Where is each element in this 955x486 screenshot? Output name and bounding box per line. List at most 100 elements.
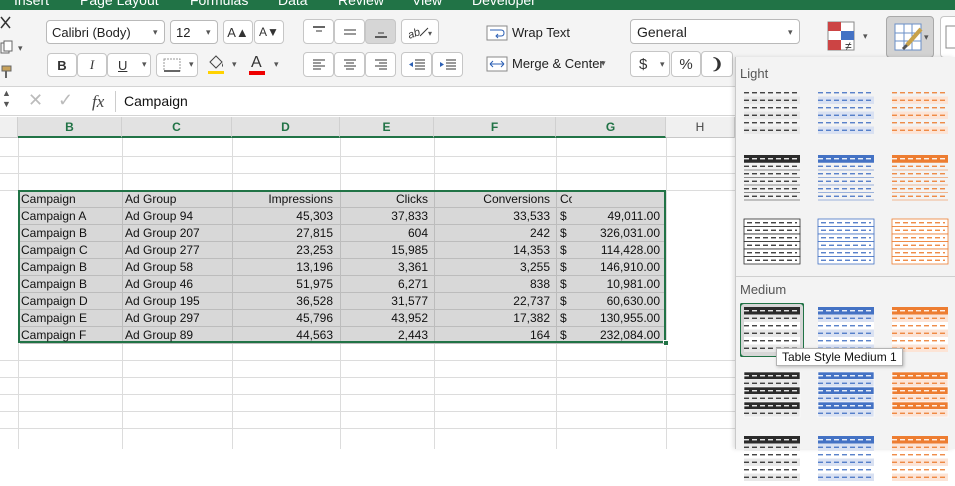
table-cell[interactable]: $ bbox=[560, 259, 572, 276]
table-cell[interactable]: Ad Group 277 bbox=[125, 242, 230, 259]
copy-icon[interactable] bbox=[0, 40, 14, 54]
tab-view[interactable]: View bbox=[412, 0, 442, 8]
table-cell[interactable]: Campaign B bbox=[21, 225, 120, 242]
table-cell[interactable]: Ad Group 195 bbox=[125, 293, 230, 310]
comma-style-button[interactable]: ❩ bbox=[701, 51, 733, 77]
increase-font-size-button[interactable]: A▲ bbox=[223, 20, 253, 44]
column-header-b[interactable]: B bbox=[18, 117, 122, 138]
table-cell[interactable]: 31,577 bbox=[342, 293, 428, 310]
table-style-swatch[interactable] bbox=[888, 432, 952, 486]
insert-function-icon[interactable]: fx bbox=[92, 92, 104, 112]
table-cell[interactable]: Ad Group 89 bbox=[125, 327, 230, 344]
align-center-button[interactable] bbox=[334, 52, 365, 77]
align-left-button[interactable] bbox=[303, 52, 334, 77]
column-header-e[interactable]: E bbox=[340, 117, 434, 138]
table-cell[interactable]: 838 bbox=[436, 276, 550, 293]
table-cell[interactable]: 22,737 bbox=[436, 293, 550, 310]
number-format-select[interactable]: General ▾ bbox=[630, 19, 800, 44]
table-header-cell[interactable]: Ad Group bbox=[125, 191, 230, 208]
table-style-swatch[interactable] bbox=[740, 368, 804, 422]
table-cell[interactable]: 45,303 bbox=[234, 208, 333, 225]
table-cell[interactable]: 51,975 bbox=[234, 276, 333, 293]
font-color-icon[interactable]: A bbox=[247, 53, 267, 77]
font-name-select[interactable]: Calibri (Body) ▾ bbox=[46, 20, 165, 44]
table-cell[interactable]: 23,253 bbox=[234, 242, 333, 259]
align-right-button[interactable] bbox=[365, 52, 396, 77]
table-cell[interactable]: $ bbox=[560, 327, 572, 344]
table-style-swatch[interactable] bbox=[888, 151, 952, 205]
table-cell[interactable]: Ad Group 58 bbox=[125, 259, 230, 276]
increase-indent-button[interactable] bbox=[432, 52, 463, 77]
cancel-formula-icon[interactable]: ✕ bbox=[28, 90, 43, 111]
name-box-stepper-icon[interactable]: ▲▼ bbox=[2, 88, 11, 110]
wrap-text-label[interactable]: Wrap Text bbox=[512, 25, 570, 40]
fill-color-dropdown-icon[interactable]: ▾ bbox=[232, 59, 237, 70]
table-cell[interactable]: $ bbox=[560, 310, 572, 327]
table-cell[interactable]: 60,630.00 bbox=[572, 293, 660, 310]
underline-dropdown-icon[interactable]: ▾ bbox=[142, 59, 147, 70]
table-cell[interactable]: 43,952 bbox=[342, 310, 428, 327]
table-header-cell[interactable]: Conversions bbox=[436, 191, 550, 208]
table-cell[interactable]: $ bbox=[560, 225, 572, 242]
table-cell[interactable]: Campaign F bbox=[21, 327, 120, 344]
table-cell[interactable]: 326,031.00 bbox=[572, 225, 660, 242]
cell-styles-button[interactable] bbox=[940, 16, 955, 58]
borders-dropdown-icon[interactable]: ▾ bbox=[189, 59, 194, 70]
merge-dropdown-icon[interactable]: ▾ bbox=[601, 58, 606, 69]
table-cell[interactable]: 13,196 bbox=[234, 259, 333, 276]
column-header-d[interactable]: D bbox=[232, 117, 340, 138]
table-cell[interactable]: 3,361 bbox=[342, 259, 428, 276]
decrease-font-size-button[interactable]: A▼ bbox=[254, 20, 284, 44]
conditional-formatting-icon[interactable]: ≠ bbox=[826, 20, 860, 54]
table-cell[interactable]: Campaign C bbox=[21, 242, 120, 259]
tab-insert[interactable]: Insert bbox=[14, 0, 49, 8]
font-size-select[interactable]: 12 ▾ bbox=[170, 20, 218, 44]
table-header-cell[interactable]: Clicks bbox=[342, 191, 428, 208]
conditional-formatting-dropdown-icon[interactable]: ▾ bbox=[863, 31, 868, 42]
table-style-swatch[interactable] bbox=[888, 368, 952, 422]
table-style-swatch[interactable] bbox=[814, 432, 878, 486]
table-cell[interactable]: 17,382 bbox=[436, 310, 550, 327]
table-cell[interactable]: 3,255 bbox=[436, 259, 550, 276]
table-style-swatch[interactable] bbox=[814, 151, 878, 205]
table-cell[interactable]: Campaign B bbox=[21, 259, 120, 276]
formula-input[interactable]: Campaign bbox=[124, 93, 188, 109]
table-header-cell[interactable]: Cost bbox=[560, 191, 572, 208]
table-cell[interactable]: 130,955.00 bbox=[572, 310, 660, 327]
column-header-g[interactable]: G bbox=[556, 117, 666, 138]
merge-center-label[interactable]: Merge & Center bbox=[512, 56, 604, 71]
table-cell[interactable]: $ bbox=[560, 276, 572, 293]
orientation-button[interactable]: ab▾ bbox=[401, 19, 439, 44]
tab-review[interactable]: Review bbox=[338, 0, 384, 8]
align-top-button[interactable] bbox=[303, 19, 334, 44]
table-cell[interactable]: 114,428.00 bbox=[572, 242, 660, 259]
table-style-swatch[interactable] bbox=[814, 85, 878, 139]
table-cell[interactable]: $ bbox=[560, 208, 572, 225]
table-cell[interactable]: Ad Group 46 bbox=[125, 276, 230, 293]
table-cell[interactable]: 36,528 bbox=[234, 293, 333, 310]
table-style-swatch[interactable] bbox=[888, 215, 952, 269]
align-bottom-button[interactable] bbox=[365, 19, 396, 44]
table-cell[interactable]: Ad Group 207 bbox=[125, 225, 230, 242]
table-header-cell[interactable]: Campaign bbox=[21, 191, 120, 208]
table-cell[interactable]: 14,353 bbox=[436, 242, 550, 259]
format-as-table-button[interactable]: ▾ bbox=[886, 16, 934, 58]
copy-dropdown-icon[interactable]: ▾ bbox=[18, 43, 23, 54]
table-cell[interactable]: 6,271 bbox=[342, 276, 428, 293]
table-cell[interactable]: 44,563 bbox=[234, 327, 333, 344]
table-cell[interactable]: 146,910.00 bbox=[572, 259, 660, 276]
table-cell[interactable]: 242 bbox=[436, 225, 550, 242]
table-cell[interactable]: 49,011.00 bbox=[572, 208, 660, 225]
table-cell[interactable]: 15,985 bbox=[342, 242, 428, 259]
table-cell[interactable]: 10,981.00 bbox=[572, 276, 660, 293]
table-cell[interactable]: 37,833 bbox=[342, 208, 428, 225]
table-cell[interactable]: Ad Group 94 bbox=[125, 208, 230, 225]
table-cell[interactable]: Campaign E bbox=[21, 310, 120, 327]
table-style-swatch[interactable] bbox=[814, 215, 878, 269]
merge-center-icon[interactable] bbox=[486, 55, 508, 73]
column-header-h[interactable]: H bbox=[666, 117, 735, 138]
table-style-swatch[interactable] bbox=[740, 215, 804, 269]
table-style-swatch[interactable] bbox=[740, 151, 804, 205]
percent-button[interactable]: % bbox=[671, 51, 701, 77]
table-cell[interactable]: 27,815 bbox=[234, 225, 333, 242]
